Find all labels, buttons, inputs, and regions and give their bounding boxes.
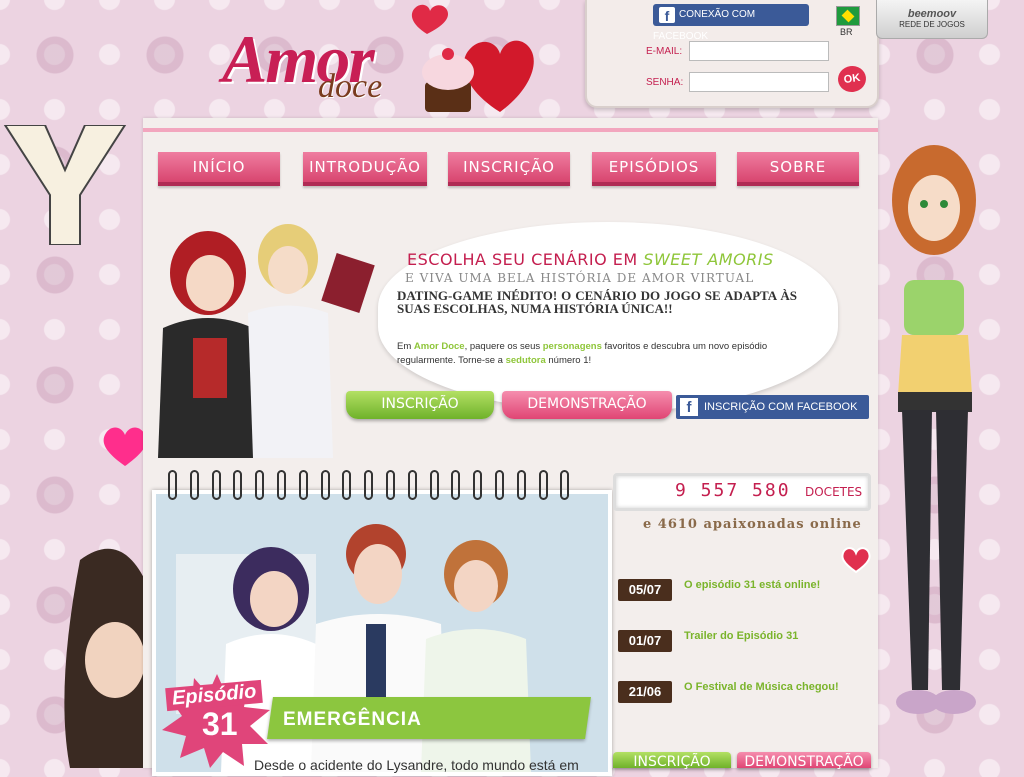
network-label: REDE DE JOGOS [899,20,965,29]
heart-icon [841,547,871,574]
facebook-icon: f [680,398,698,416]
boys-characters-illustration [158,224,375,458]
hero-body-seductress: sedutora [505,355,546,366]
background-letters [0,124,140,246]
hero-subtitle: E VIVA UMA BELA HISTÓRIA DE AMOR VIRTUAL [405,271,755,285]
facebook-icon: f [659,7,675,24]
hero-title-highlight: SWEET AMORIS [643,250,774,269]
nav-introducao[interactable]: INTRODUÇÃO [303,152,427,186]
hero-demo-button[interactable]: DEMONSTRAÇÃO [502,391,672,419]
news-date: 01/07 [618,630,672,652]
hero-body-1: Em [397,341,414,352]
hero-facebook-signup-button[interactable]: f INSCRIÇÃO COM FACEBOOK [676,395,869,419]
letter-y-graphic [3,124,127,246]
hero-title: ESCOLHA SEU CENÁRIO EM SWEET AMORIS [407,250,774,269]
player-count: 9 557 580 [675,480,791,501]
nav-sobre[interactable]: SOBRE [737,152,859,186]
episode-title: EMERGÊNCIA [283,709,422,730]
episode-teaser: Desde o acidente do Lysandre, todo mundo… [254,757,579,773]
beemoov-brand: beemoov [907,8,957,20]
notebook-rings [168,470,588,506]
email-input[interactable] [689,41,829,61]
player-count-unit: DOCETES [805,485,863,499]
hero-body-2: , paquere os seus [464,341,543,352]
episode-number: 31 [202,706,238,742]
country-code: BR [840,27,853,37]
brazil-flag-icon[interactable] [836,6,860,26]
bottom-signup-button[interactable]: INSCRIÇÃO [613,752,731,770]
news-link[interactable]: O episódio 31 está online! [684,579,820,591]
password-label: SENHA: [646,77,684,88]
logo-doce: doce [318,68,383,105]
news-date: 21/06 [618,681,672,703]
password-input[interactable] [689,72,829,92]
cupcake-hearts-logo-icon [411,4,534,112]
hero-title-prefix: ESCOLHA SEU CENÁRIO EM [407,250,644,269]
hero-signup-button[interactable]: INSCRIÇÃO [346,391,494,419]
girl-character-illustration [892,145,976,714]
news-link[interactable]: O Festival de Música chegou! [684,681,839,693]
nav-inscricao[interactable]: INSCRIÇÃO [448,152,570,186]
hero-body-chars: personagens [542,341,602,352]
news-link[interactable]: Trailer do Episódio 31 [684,630,798,642]
left-character-silhouette [64,548,145,768]
hero-body-4: número 1! [545,355,592,366]
hero-description: Em Amor Doce, paquere os seus personagen… [397,340,797,368]
nav-inicio[interactable]: INÍCIO [158,152,280,186]
beemoov-network-link[interactable]: beemoov REDE DE JOGOS [876,0,988,39]
facebook-connect-button[interactable]: f CONEXÃO COM FACEBOOK [653,4,809,42]
email-label: E-MAIL: [646,46,683,57]
nav-episodios[interactable]: EPISÓDIOS [592,152,716,186]
hero-tagline: DATING-GAME INÉDITO! O CENÁRIO DO JOGO S… [397,288,797,316]
bottom-demo-button[interactable]: DEMONSTRAÇÃO [737,752,871,770]
hero-facebook-signup-label: INSCRIÇÃO COM FACEBOOK [704,401,858,413]
news-date: 05/07 [618,579,672,601]
online-count: e 4610 apaixonadas online [643,517,862,532]
panel-top-ribbon [143,128,878,132]
hero-body-game: Amor Doce [413,341,465,352]
